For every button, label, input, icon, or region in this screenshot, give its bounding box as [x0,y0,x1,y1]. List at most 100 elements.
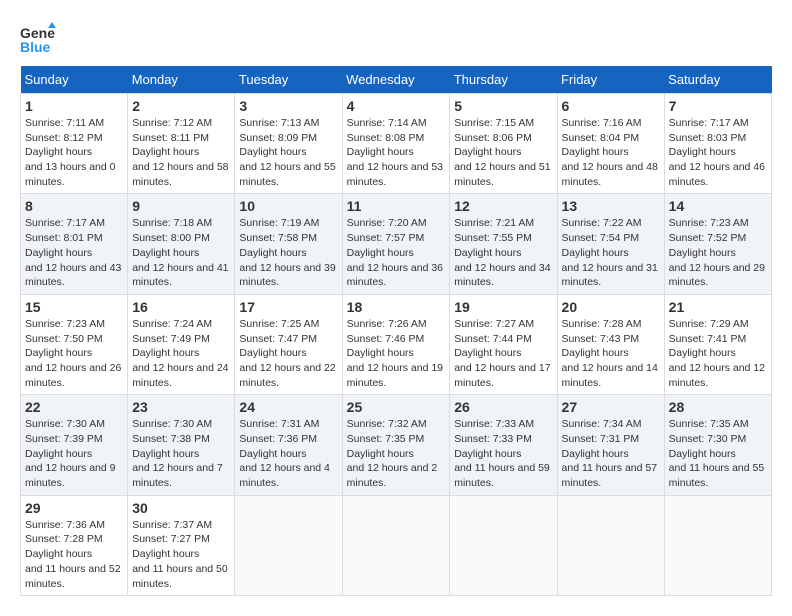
day-info: Sunrise: 7:35 AM Sunset: 7:30 PM Dayligh… [669,417,767,490]
day-info: Sunrise: 7:22 AM Sunset: 7:54 PM Dayligh… [562,216,660,289]
calendar-cell: 5 Sunrise: 7:15 AM Sunset: 8:06 PM Dayli… [450,94,557,194]
weekday-header-wednesday: Wednesday [342,66,450,94]
day-info: Sunrise: 7:26 AM Sunset: 7:46 PM Dayligh… [347,317,446,390]
day-info: Sunrise: 7:14 AM Sunset: 8:08 PM Dayligh… [347,116,446,189]
day-info: Sunrise: 7:20 AM Sunset: 7:57 PM Dayligh… [347,216,446,289]
day-number: 22 [25,399,123,415]
day-info: Sunrise: 7:12 AM Sunset: 8:11 PM Dayligh… [132,116,230,189]
calendar-cell: 4 Sunrise: 7:14 AM Sunset: 8:08 PM Dayli… [342,94,450,194]
day-number: 15 [25,299,123,315]
calendar-cell: 7 Sunrise: 7:17 AM Sunset: 8:03 PM Dayli… [664,94,771,194]
svg-text:Blue: Blue [20,39,51,55]
calendar-cell [664,495,771,595]
day-info: Sunrise: 7:15 AM Sunset: 8:06 PM Dayligh… [454,116,552,189]
calendar-cell: 22 Sunrise: 7:30 AM Sunset: 7:39 PM Dayl… [21,395,128,495]
calendar-cell: 24 Sunrise: 7:31 AM Sunset: 7:36 PM Dayl… [235,395,342,495]
weekday-header-row: SundayMondayTuesdayWednesdayThursdayFrid… [21,66,772,94]
day-info: Sunrise: 7:17 AM Sunset: 8:03 PM Dayligh… [669,116,767,189]
page-header: General Blue [20,20,772,56]
day-info: Sunrise: 7:32 AM Sunset: 7:35 PM Dayligh… [347,417,446,490]
weekday-header-monday: Monday [128,66,235,94]
day-info: Sunrise: 7:31 AM Sunset: 7:36 PM Dayligh… [239,417,337,490]
logo-icon: General Blue [20,20,56,56]
day-number: 26 [454,399,552,415]
day-number: 6 [562,98,660,114]
calendar-cell: 12 Sunrise: 7:21 AM Sunset: 7:55 PM Dayl… [450,194,557,294]
day-number: 28 [669,399,767,415]
day-number: 1 [25,98,123,114]
calendar-cell: 3 Sunrise: 7:13 AM Sunset: 8:09 PM Dayli… [235,94,342,194]
day-info: Sunrise: 7:28 AM Sunset: 7:43 PM Dayligh… [562,317,660,390]
weekday-header-friday: Friday [557,66,664,94]
weekday-header-saturday: Saturday [664,66,771,94]
day-info: Sunrise: 7:36 AM Sunset: 7:28 PM Dayligh… [25,518,123,591]
day-number: 7 [669,98,767,114]
day-info: Sunrise: 7:19 AM Sunset: 7:58 PM Dayligh… [239,216,337,289]
day-number: 27 [562,399,660,415]
day-info: Sunrise: 7:17 AM Sunset: 8:01 PM Dayligh… [25,216,123,289]
calendar-cell: 23 Sunrise: 7:30 AM Sunset: 7:38 PM Dayl… [128,395,235,495]
day-info: Sunrise: 7:34 AM Sunset: 7:31 PM Dayligh… [562,417,660,490]
week-row-5: 29 Sunrise: 7:36 AM Sunset: 7:28 PM Dayl… [21,495,772,595]
day-number: 20 [562,299,660,315]
day-info: Sunrise: 7:25 AM Sunset: 7:47 PM Dayligh… [239,317,337,390]
weekday-header-sunday: Sunday [21,66,128,94]
calendar-table: SundayMondayTuesdayWednesdayThursdayFrid… [20,66,772,596]
day-number: 4 [347,98,446,114]
day-number: 12 [454,198,552,214]
calendar-cell [557,495,664,595]
day-number: 13 [562,198,660,214]
day-number: 16 [132,299,230,315]
day-info: Sunrise: 7:23 AM Sunset: 7:50 PM Dayligh… [25,317,123,390]
calendar-cell: 11 Sunrise: 7:20 AM Sunset: 7:57 PM Dayl… [342,194,450,294]
calendar-cell: 6 Sunrise: 7:16 AM Sunset: 8:04 PM Dayli… [557,94,664,194]
week-row-1: 1 Sunrise: 7:11 AM Sunset: 8:12 PM Dayli… [21,94,772,194]
day-number: 9 [132,198,230,214]
day-info: Sunrise: 7:21 AM Sunset: 7:55 PM Dayligh… [454,216,552,289]
day-info: Sunrise: 7:37 AM Sunset: 7:27 PM Dayligh… [132,518,230,591]
calendar-cell: 15 Sunrise: 7:23 AM Sunset: 7:50 PM Dayl… [21,294,128,394]
calendar-cell: 30 Sunrise: 7:37 AM Sunset: 7:27 PM Dayl… [128,495,235,595]
week-row-2: 8 Sunrise: 7:17 AM Sunset: 8:01 PM Dayli… [21,194,772,294]
weekday-header-tuesday: Tuesday [235,66,342,94]
calendar-cell: 26 Sunrise: 7:33 AM Sunset: 7:33 PM Dayl… [450,395,557,495]
day-number: 25 [347,399,446,415]
day-info: Sunrise: 7:18 AM Sunset: 8:00 PM Dayligh… [132,216,230,289]
calendar-cell: 29 Sunrise: 7:36 AM Sunset: 7:28 PM Dayl… [21,495,128,595]
calendar-cell: 16 Sunrise: 7:24 AM Sunset: 7:49 PM Dayl… [128,294,235,394]
day-info: Sunrise: 7:30 AM Sunset: 7:39 PM Dayligh… [25,417,123,490]
calendar-cell: 18 Sunrise: 7:26 AM Sunset: 7:46 PM Dayl… [342,294,450,394]
day-number: 10 [239,198,337,214]
day-info: Sunrise: 7:30 AM Sunset: 7:38 PM Dayligh… [132,417,230,490]
day-info: Sunrise: 7:24 AM Sunset: 7:49 PM Dayligh… [132,317,230,390]
day-info: Sunrise: 7:16 AM Sunset: 8:04 PM Dayligh… [562,116,660,189]
day-info: Sunrise: 7:33 AM Sunset: 7:33 PM Dayligh… [454,417,552,490]
week-row-3: 15 Sunrise: 7:23 AM Sunset: 7:50 PM Dayl… [21,294,772,394]
weekday-header-thursday: Thursday [450,66,557,94]
day-info: Sunrise: 7:27 AM Sunset: 7:44 PM Dayligh… [454,317,552,390]
day-number: 3 [239,98,337,114]
day-number: 17 [239,299,337,315]
day-number: 29 [25,500,123,516]
day-number: 24 [239,399,337,415]
calendar-cell: 8 Sunrise: 7:17 AM Sunset: 8:01 PM Dayli… [21,194,128,294]
day-number: 21 [669,299,767,315]
calendar-cell: 20 Sunrise: 7:28 AM Sunset: 7:43 PM Dayl… [557,294,664,394]
calendar-cell: 10 Sunrise: 7:19 AM Sunset: 7:58 PM Dayl… [235,194,342,294]
day-info: Sunrise: 7:11 AM Sunset: 8:12 PM Dayligh… [25,116,123,189]
day-number: 30 [132,500,230,516]
calendar-cell: 13 Sunrise: 7:22 AM Sunset: 7:54 PM Dayl… [557,194,664,294]
calendar-cell [450,495,557,595]
day-info: Sunrise: 7:13 AM Sunset: 8:09 PM Dayligh… [239,116,337,189]
calendar-cell: 28 Sunrise: 7:35 AM Sunset: 7:30 PM Dayl… [664,395,771,495]
day-number: 18 [347,299,446,315]
logo: General Blue [20,20,60,56]
calendar-cell: 9 Sunrise: 7:18 AM Sunset: 8:00 PM Dayli… [128,194,235,294]
calendar-cell: 19 Sunrise: 7:27 AM Sunset: 7:44 PM Dayl… [450,294,557,394]
calendar-cell: 25 Sunrise: 7:32 AM Sunset: 7:35 PM Dayl… [342,395,450,495]
day-info: Sunrise: 7:23 AM Sunset: 7:52 PM Dayligh… [669,216,767,289]
calendar-cell: 2 Sunrise: 7:12 AM Sunset: 8:11 PM Dayli… [128,94,235,194]
day-number: 5 [454,98,552,114]
calendar-cell: 21 Sunrise: 7:29 AM Sunset: 7:41 PM Dayl… [664,294,771,394]
calendar-cell: 27 Sunrise: 7:34 AM Sunset: 7:31 PM Dayl… [557,395,664,495]
